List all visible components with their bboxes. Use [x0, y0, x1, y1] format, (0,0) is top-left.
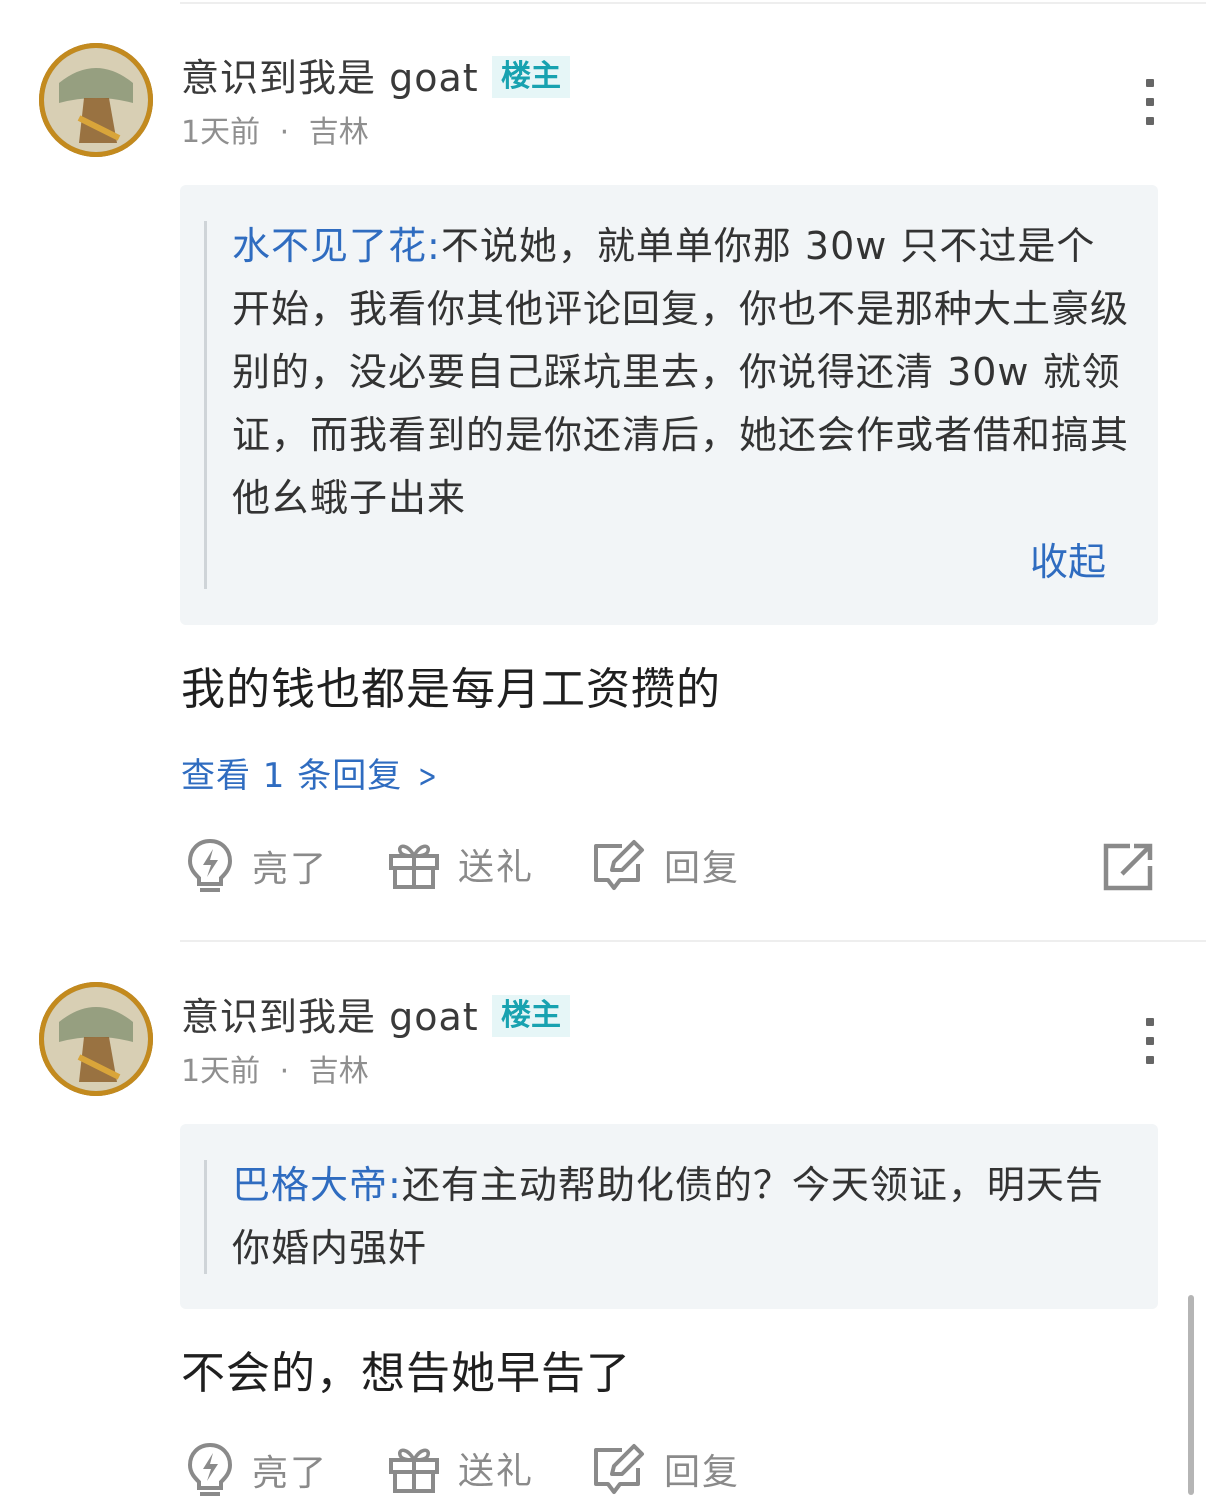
collapse-button[interactable]: 收起: [1030, 543, 1106, 581]
reply-content: 不会的，想告她早告了: [181, 1348, 631, 1399]
op-badge: 楼主: [492, 995, 570, 1037]
more-vertical-icon[interactable]: [1140, 79, 1160, 125]
comment-meta: 1天前 · 吉林: [181, 1057, 369, 1087]
comment-1: 意识到我是 goat 楼主 1天前 · 吉林 水不见了花:不说她，就单单你那 3…: [0, 0, 1206, 940]
username[interactable]: 意识到我是 goat: [181, 998, 479, 1036]
quote-bar: [204, 1160, 207, 1274]
more-vertical-icon[interactable]: [1140, 1018, 1160, 1064]
quote-text: 巴格大帝:还有主动帮助化债的？今天领证，明天告你婚内强奸: [232, 1154, 1132, 1280]
gift-button[interactable]: 送礼: [388, 1442, 534, 1494]
gift-icon: [389, 844, 439, 889]
quoted-username[interactable]: 巴格大帝:: [232, 1163, 402, 1207]
like-button[interactable]: 亮了: [186, 1442, 328, 1498]
lightbulb-icon: [187, 1442, 233, 1496]
edit-reply-icon: [594, 840, 644, 890]
comment-location: 吉林: [308, 1054, 369, 1089]
chevron-right-icon: >: [418, 757, 438, 795]
comment-time: 1天前: [181, 115, 261, 150]
reply-label: 回复: [664, 1452, 741, 1493]
action-bar: 亮了 送礼 回复: [0, 838, 1206, 898]
gift-icon: [389, 1448, 439, 1493]
quoted-username[interactable]: 水不见了花:: [232, 224, 441, 268]
scrollbar[interactable]: [1188, 1295, 1194, 1495]
reply-content: 我的钱也都是每月工资攒的: [181, 664, 721, 715]
view-replies-link[interactable]: 查看 1 条回复 >: [181, 759, 442, 793]
like-button[interactable]: 亮了: [186, 838, 328, 894]
reply-button[interactable]: 回复: [592, 1442, 740, 1496]
op-badge: 楼主: [492, 56, 570, 98]
lightbulb-icon: [187, 838, 233, 892]
quote-text: 水不见了花:不说她，就单单你那 30w 只不过是个开始，我看你其他评论回复，你也…: [232, 215, 1132, 530]
comment-time: 1天前: [181, 1054, 261, 1089]
view-replies-label: 查看 1 条回复: [181, 756, 403, 796]
reply-label: 回复: [664, 848, 741, 889]
avatar[interactable]: [39, 43, 153, 157]
username[interactable]: 意识到我是 goat: [181, 59, 479, 97]
meta-separator: ·: [279, 1054, 290, 1089]
meta-separator: ·: [279, 115, 290, 150]
gift-label: 送礼: [458, 1451, 535, 1492]
comment-meta: 1天前 · 吉林: [181, 118, 369, 148]
quoted-content: 不说她，就单单你那 30w 只不过是个开始，我看你其他评论回复，你也不是那种大土…: [232, 224, 1130, 520]
gift-label: 送礼: [458, 847, 535, 888]
action-bar: 亮了 送礼 回复: [0, 1442, 1206, 1502]
gift-button[interactable]: 送礼: [388, 838, 534, 890]
share-button[interactable]: [1102, 842, 1154, 896]
avatar[interactable]: [39, 982, 153, 1096]
share-icon: [1103, 843, 1153, 891]
edit-reply-icon: [594, 1444, 644, 1494]
like-label: 亮了: [252, 849, 329, 890]
quoted-comment: 水不见了花:不说她，就单单你那 30w 只不过是个开始，我看你其他评论回复，你也…: [180, 185, 1158, 625]
quoted-comment: 巴格大帝:还有主动帮助化债的？今天领证，明天告你婚内强奸: [180, 1124, 1158, 1309]
quote-bar: [204, 221, 207, 589]
comment-2: 意识到我是 goat 楼主 1天前 · 吉林 巴格大帝:还有主动帮助化债的？今天…: [0, 940, 1206, 1501]
comment-location: 吉林: [308, 115, 369, 150]
like-label: 亮了: [252, 1453, 329, 1494]
reply-button[interactable]: 回复: [592, 838, 740, 892]
